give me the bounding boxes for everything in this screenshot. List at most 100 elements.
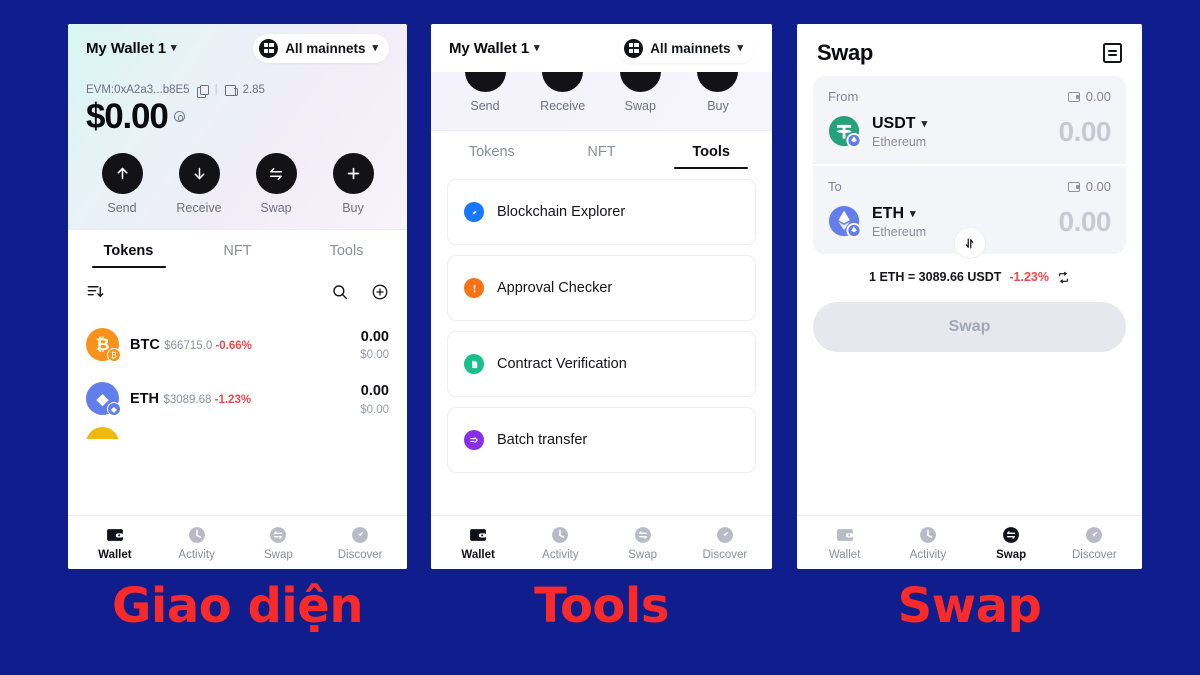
caption-giao-dien: Giao diện — [112, 578, 363, 634]
nav-label: Swap — [263, 549, 293, 561]
action-buy[interactable]: Buy — [323, 153, 383, 215]
nav-wallet[interactable]: Wallet — [803, 525, 886, 561]
action-buy[interactable]: Buy — [688, 72, 748, 113]
screenshot-stage: My Wallet 1 ▾ All mainnets ▾ EVM:0xA2a3.… — [0, 0, 1200, 675]
nav-label: Activity — [178, 549, 215, 561]
list-item-batch-transfer[interactable]: Batch transfer — [447, 407, 756, 473]
nav-activity[interactable]: Activity — [886, 525, 969, 561]
action-send[interactable]: Send — [92, 153, 152, 215]
from-label: From — [828, 89, 859, 104]
to-token-symbol: ETH — [872, 205, 904, 222]
arrow-down-icon — [542, 72, 584, 92]
nav-discover[interactable]: Discover — [319, 525, 401, 561]
list-item-approval-checker[interactable]: Approval Checker — [447, 255, 756, 321]
address-row[interactable]: EVM:0xA2a3...b8E5 | 2.85 — [86, 84, 389, 98]
to-token-selector[interactable]: ETH ▾ Ethereum — [828, 205, 926, 239]
swap-circle-icon — [1003, 527, 1020, 543]
arrow-down-icon — [178, 153, 220, 195]
from-token-symbol: USDT — [872, 115, 916, 132]
action-send[interactable]: Send — [455, 72, 515, 113]
to-label: To — [828, 179, 842, 194]
caption-tools: Tools — [534, 578, 669, 634]
from-token-selector[interactable]: USDT ▾ Ethereum — [828, 115, 927, 149]
network-badge-icon: ◆ — [107, 402, 121, 417]
token-price: $66715.0 — [164, 339, 213, 352]
compass-send-icon — [716, 527, 733, 543]
sort-descending-icon[interactable] — [86, 282, 105, 306]
tab-nft[interactable]: NFT — [183, 230, 292, 268]
nav-swap[interactable]: Swap — [970, 525, 1053, 561]
list-item-contract-verification[interactable]: Contract Verification — [447, 331, 756, 397]
to-balance-value: 0.00 — [1085, 179, 1111, 194]
action-label: Receive — [540, 99, 586, 113]
wallet-tabs: Tokens NFT Tools — [431, 130, 772, 169]
swap-submit-button[interactable]: Swap — [813, 302, 1126, 352]
nav-discover[interactable]: Discover — [1053, 525, 1136, 561]
arrow-up-icon — [101, 153, 143, 195]
nav-label: Swap — [628, 549, 658, 561]
network-selector[interactable]: All mainnets ▾ — [253, 33, 389, 63]
token-icon-wrap: ₿ ₿ — [86, 328, 121, 363]
eye-icon[interactable] — [173, 111, 185, 122]
list-item-label: Blockchain Explorer — [497, 204, 626, 220]
grid-icon — [259, 38, 279, 58]
token-icon-wrap: ◆ ◆ — [86, 382, 121, 417]
wallet-icon — [470, 529, 487, 541]
nav-wallet[interactable]: Wallet — [437, 525, 519, 561]
chevron-down-icon: ▾ — [921, 117, 928, 130]
action-receive[interactable]: Receive — [169, 153, 229, 215]
bottom-navigation: Wallet Activity Swap Discover — [797, 515, 1142, 569]
tab-nft[interactable]: NFT — [547, 131, 657, 169]
action-label: Send — [470, 99, 500, 113]
wallet-icon — [836, 529, 853, 541]
tab-tokens[interactable]: Tokens — [74, 230, 183, 268]
search-icon[interactable] — [331, 283, 349, 306]
chevron-down-icon: ▾ — [534, 41, 540, 54]
refresh-icon[interactable] — [1057, 271, 1070, 284]
compass-send-icon — [1086, 527, 1103, 543]
action-swap[interactable]: Swap — [610, 72, 670, 113]
action-receive[interactable]: Receive — [533, 72, 593, 113]
token-symbol: BTC — [130, 336, 160, 353]
token-symbol: ETH — [130, 390, 159, 407]
swap-form: From 0.00 USDT ▾ Ethereum 0.00 To 0.00 E… — [797, 76, 1142, 515]
exchange-rate: 1 ETH = 3089.66 USDT — [869, 270, 1002, 284]
table-row[interactable]: ◆ ◆ ETH $3089.68 -1.23% 0.00 $0.00 — [86, 372, 389, 426]
list-item-blockchain-explorer[interactable]: Blockchain Explorer — [447, 179, 756, 245]
token-price-row: $3089.68 -1.23% — [163, 394, 251, 406]
plus-circle-icon[interactable] — [371, 283, 389, 306]
nav-wallet[interactable]: Wallet — [74, 525, 156, 561]
tab-tools[interactable]: Tools — [656, 131, 766, 169]
network-selector[interactable]: All mainnets ▾ — [618, 33, 754, 63]
nav-activity[interactable]: Activity — [519, 525, 601, 561]
from-amount-input[interactable]: 0.00 — [1059, 116, 1112, 148]
nav-discover[interactable]: Discover — [684, 525, 766, 561]
nav-swap[interactable]: Swap — [238, 525, 320, 561]
token-row-partial[interactable] — [86, 426, 389, 439]
quick-actions-clipped: Send Receive Swap Buy — [431, 72, 772, 130]
network-badge-icon: ₿ — [107, 348, 121, 363]
chevron-down-icon: ▾ — [171, 41, 177, 54]
action-swap[interactable]: Swap — [246, 153, 306, 215]
swap-vertical-icon[interactable] — [954, 228, 985, 258]
total-balance: $0.00 — [86, 97, 169, 136]
compass-icon — [464, 202, 484, 222]
copy-icon[interactable] — [196, 84, 209, 98]
alert-icon — [464, 278, 484, 298]
action-label: Buy — [707, 99, 729, 113]
tab-tokens[interactable]: Tokens — [437, 131, 547, 169]
wallet-selector[interactable]: My Wallet 1 ▾ — [86, 40, 177, 57]
wallet-icon — [1067, 91, 1080, 102]
eth-icon — [828, 205, 862, 239]
chevron-down-icon: ▾ — [910, 207, 916, 220]
nav-activity[interactable]: Activity — [156, 525, 238, 561]
to-amount-input[interactable]: 0.00 — [1059, 206, 1112, 238]
nav-swap[interactable]: Swap — [602, 525, 684, 561]
document-icon — [464, 354, 484, 374]
tab-tools[interactable]: Tools — [292, 230, 401, 268]
wallet-selector[interactable]: My Wallet 1 ▾ — [449, 40, 540, 57]
clock-icon — [552, 527, 569, 543]
wallet-icon — [1067, 181, 1080, 192]
order-history-icon[interactable] — [1103, 43, 1122, 63]
table-row[interactable]: ₿ ₿ BTC $66715.0 -0.66% 0.00 $0.00 — [86, 318, 389, 372]
